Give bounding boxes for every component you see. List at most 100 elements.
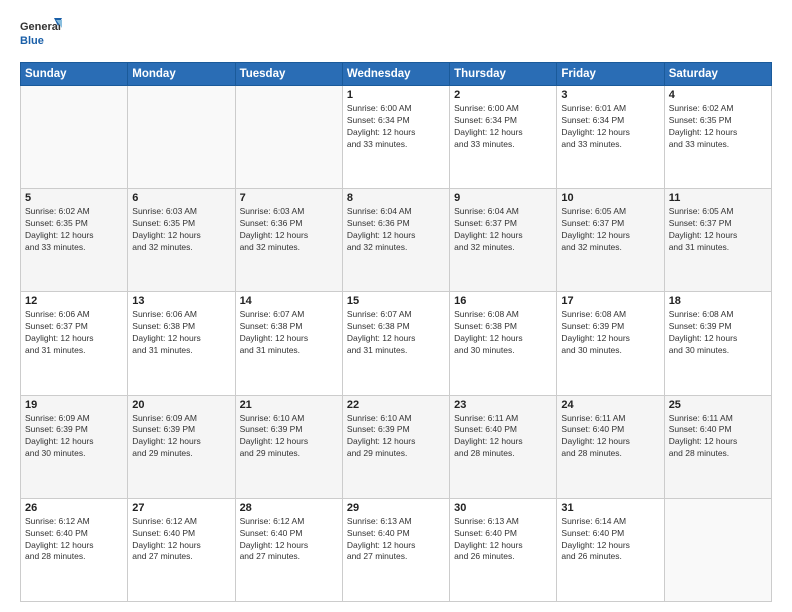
calendar-cell: 10 Sunrise: 6:05 AM Sunset: 6:37 PM Dayli… (557, 189, 664, 292)
calendar-week-3: 12Sunrise: 6:06 AM Sunset: 6:37 PM Dayli… (21, 292, 772, 395)
day-info: Sunrise: 6:00 AM Sunset: 6:34 PM Dayligh… (347, 103, 445, 151)
day-number: 12 (25, 295, 123, 307)
calendar-cell: 3 Sunrise: 6:01 AM Sunset: 6:34 PM Daylig… (557, 86, 664, 189)
calendar-cell: 29 Sunrise: 6:13 AM Sunset: 6:40 PM Dayli… (342, 498, 449, 601)
page: General Blue SundayMondayTuesdayWednesda… (0, 0, 792, 612)
logo: General Blue (20, 16, 62, 52)
day-number: 29 (347, 502, 445, 514)
day-info: Sunrise: 6:08 AM Sunset: 6:39 PM Dayligh… (561, 309, 659, 357)
calendar-week-4: 19 Sunrise: 6:09 AM Sunset: 6:39 PM Dayli… (21, 395, 772, 498)
day-info: Sunrise: 6:13 AM Sunset: 6:40 PM Dayligh… (347, 516, 445, 564)
calendar-cell: 9 Sunrise: 6:04 AM Sunset: 6:37 PM Daylig… (450, 189, 557, 292)
calendar-cell: 31 Sunrise: 6:14 AM Sunset: 6:40 PM Dayli… (557, 498, 664, 601)
calendar-header: SundayMondayTuesdayWednesdayThursdayFrid… (21, 63, 772, 86)
day-info: Sunrise: 6:05 AM Sunset: 6:37 PM Dayligh… (669, 206, 767, 254)
calendar-cell (21, 86, 128, 189)
weekday-header-thursday: Thursday (450, 63, 557, 86)
calendar-cell: 28 Sunrise: 6:12 AM Sunset: 6:40 PM Dayli… (235, 498, 342, 601)
day-info: Sunrise: 6:13 AM Sunset: 6:40 PM Dayligh… (454, 516, 552, 564)
logo-svg: General Blue (20, 16, 62, 52)
day-number: 17 (561, 295, 659, 307)
day-number: 28 (240, 502, 338, 514)
day-info: Sunrise: 6:12 AM Sunset: 6:40 PM Dayligh… (25, 516, 123, 564)
calendar-cell (235, 86, 342, 189)
calendar-cell: 13 Sunrise: 6:06 AM Sunset: 6:38 PM Dayli… (128, 292, 235, 395)
day-number: 14 (240, 295, 338, 307)
calendar-cell: 7Sunrise: 6:03 AM Sunset: 6:36 PM Daylig… (235, 189, 342, 292)
day-number: 23 (454, 399, 552, 411)
calendar-cell: 20Sunrise: 6:09 AM Sunset: 6:39 PM Dayli… (128, 395, 235, 498)
day-info: Sunrise: 6:03 AM Sunset: 6:36 PM Dayligh… (240, 206, 338, 254)
calendar-cell: 4Sunrise: 6:02 AM Sunset: 6:35 PM Daylig… (664, 86, 771, 189)
day-info: Sunrise: 6:10 AM Sunset: 6:39 PM Dayligh… (240, 413, 338, 461)
day-number: 15 (347, 295, 445, 307)
calendar-cell: 14Sunrise: 6:07 AM Sunset: 6:38 PM Dayli… (235, 292, 342, 395)
day-info: Sunrise: 6:08 AM Sunset: 6:38 PM Dayligh… (454, 309, 552, 357)
day-number: 27 (132, 502, 230, 514)
weekday-header-row: SundayMondayTuesdayWednesdayThursdayFrid… (21, 63, 772, 86)
calendar-cell: 5Sunrise: 6:02 AM Sunset: 6:35 PM Daylig… (21, 189, 128, 292)
day-number: 31 (561, 502, 659, 514)
day-info: Sunrise: 6:00 AM Sunset: 6:34 PM Dayligh… (454, 103, 552, 151)
day-number: 16 (454, 295, 552, 307)
calendar-cell: 21Sunrise: 6:10 AM Sunset: 6:39 PM Dayli… (235, 395, 342, 498)
calendar-cell: 16 Sunrise: 6:08 AM Sunset: 6:38 PM Dayli… (450, 292, 557, 395)
day-info: Sunrise: 6:02 AM Sunset: 6:35 PM Dayligh… (669, 103, 767, 151)
day-info: Sunrise: 6:09 AM Sunset: 6:39 PM Dayligh… (132, 413, 230, 461)
day-info: Sunrise: 6:11 AM Sunset: 6:40 PM Dayligh… (669, 413, 767, 461)
day-number: 2 (454, 89, 552, 101)
day-number: 24 (561, 399, 659, 411)
day-info: Sunrise: 6:04 AM Sunset: 6:36 PM Dayligh… (347, 206, 445, 254)
calendar-cell: 6Sunrise: 6:03 AM Sunset: 6:35 PM Daylig… (128, 189, 235, 292)
day-info: Sunrise: 6:09 AM Sunset: 6:39 PM Dayligh… (25, 413, 123, 461)
calendar-cell: 23 Sunrise: 6:11 AM Sunset: 6:40 PM Dayli… (450, 395, 557, 498)
day-info: Sunrise: 6:04 AM Sunset: 6:37 PM Dayligh… (454, 206, 552, 254)
day-info: Sunrise: 6:06 AM Sunset: 6:38 PM Dayligh… (132, 309, 230, 357)
weekday-header-sunday: Sunday (21, 63, 128, 86)
weekday-header-tuesday: Tuesday (235, 63, 342, 86)
calendar-cell: 15Sunrise: 6:07 AM Sunset: 6:38 PM Dayli… (342, 292, 449, 395)
calendar-cell: 12Sunrise: 6:06 AM Sunset: 6:37 PM Dayli… (21, 292, 128, 395)
calendar-week-1: 1 Sunrise: 6:00 AM Sunset: 6:34 PM Daylig… (21, 86, 772, 189)
calendar-body: 1 Sunrise: 6:00 AM Sunset: 6:34 PM Daylig… (21, 86, 772, 602)
day-number: 11 (669, 192, 767, 204)
day-number: 25 (669, 399, 767, 411)
day-info: Sunrise: 6:12 AM Sunset: 6:40 PM Dayligh… (132, 516, 230, 564)
day-info: Sunrise: 6:14 AM Sunset: 6:40 PM Dayligh… (561, 516, 659, 564)
day-info: Sunrise: 6:12 AM Sunset: 6:40 PM Dayligh… (240, 516, 338, 564)
day-info: Sunrise: 6:02 AM Sunset: 6:35 PM Dayligh… (25, 206, 123, 254)
calendar-cell: 19 Sunrise: 6:09 AM Sunset: 6:39 PM Dayli… (21, 395, 128, 498)
day-number: 6 (132, 192, 230, 204)
day-number: 9 (454, 192, 552, 204)
calendar-cell (664, 498, 771, 601)
calendar-cell: 1 Sunrise: 6:00 AM Sunset: 6:34 PM Daylig… (342, 86, 449, 189)
day-info: Sunrise: 6:11 AM Sunset: 6:40 PM Dayligh… (561, 413, 659, 461)
calendar-cell (128, 86, 235, 189)
calendar-week-2: 5Sunrise: 6:02 AM Sunset: 6:35 PM Daylig… (21, 189, 772, 292)
calendar-cell: 30Sunrise: 6:13 AM Sunset: 6:40 PM Dayli… (450, 498, 557, 601)
calendar-cell: 24 Sunrise: 6:11 AM Sunset: 6:40 PM Dayli… (557, 395, 664, 498)
day-info: Sunrise: 6:01 AM Sunset: 6:34 PM Dayligh… (561, 103, 659, 151)
day-number: 1 (347, 89, 445, 101)
calendar-cell: 18Sunrise: 6:08 AM Sunset: 6:39 PM Dayli… (664, 292, 771, 395)
day-number: 10 (561, 192, 659, 204)
day-number: 13 (132, 295, 230, 307)
svg-text:General: General (20, 21, 61, 33)
weekday-header-saturday: Saturday (664, 63, 771, 86)
weekday-header-monday: Monday (128, 63, 235, 86)
weekday-header-friday: Friday (557, 63, 664, 86)
calendar-cell: 2 Sunrise: 6:00 AM Sunset: 6:34 PM Daylig… (450, 86, 557, 189)
header: General Blue (20, 16, 772, 52)
day-number: 19 (25, 399, 123, 411)
calendar-cell: 17 Sunrise: 6:08 AM Sunset: 6:39 PM Dayli… (557, 292, 664, 395)
day-number: 22 (347, 399, 445, 411)
day-info: Sunrise: 6:05 AM Sunset: 6:37 PM Dayligh… (561, 206, 659, 254)
calendar-cell: 22 Sunrise: 6:10 AM Sunset: 6:39 PM Dayli… (342, 395, 449, 498)
day-info: Sunrise: 6:10 AM Sunset: 6:39 PM Dayligh… (347, 413, 445, 461)
day-number: 3 (561, 89, 659, 101)
day-info: Sunrise: 6:08 AM Sunset: 6:39 PM Dayligh… (669, 309, 767, 357)
day-number: 8 (347, 192, 445, 204)
day-number: 26 (25, 502, 123, 514)
calendar-cell: 8 Sunrise: 6:04 AM Sunset: 6:36 PM Daylig… (342, 189, 449, 292)
day-info: Sunrise: 6:11 AM Sunset: 6:40 PM Dayligh… (454, 413, 552, 461)
